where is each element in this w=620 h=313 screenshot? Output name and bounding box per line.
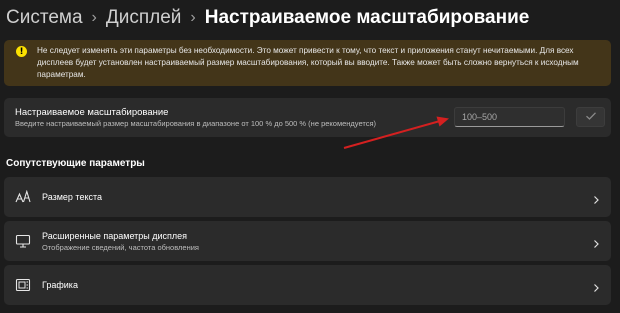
related-item-sublabel: Отображение сведений, частота обновления <box>42 243 199 252</box>
custom-scaling-input[interactable] <box>454 107 565 127</box>
breadcrumb: Система › Дисплей › Настраиваемое масшта… <box>6 5 529 31</box>
page-title: Настраиваемое масштабирование <box>204 7 530 28</box>
monitor-icon <box>15 234 31 248</box>
related-item-advanced-display[interactable]: Расширенные параметры дисплея Отображени… <box>4 221 611 261</box>
custom-scaling-description: Введите настраиваемый размер масштабиров… <box>15 119 377 128</box>
related-item-label: Размер текста <box>42 192 103 202</box>
related-item-label: Графика <box>42 280 78 290</box>
warning-text: Не следует изменять эти параметры без не… <box>37 46 579 79</box>
text-size-icon <box>15 190 31 204</box>
breadcrumb-separator: › <box>91 9 97 26</box>
chevron-right-icon <box>592 236 600 248</box>
related-item-text-size[interactable]: Размер текста <box>4 177 611 217</box>
checkmark-icon <box>585 108 597 126</box>
warning-icon: ! <box>16 46 27 57</box>
related-settings-heading: Сопутствующие параметры <box>6 158 145 169</box>
warning-banner: ! Не следует изменять эти параметры без … <box>4 40 611 86</box>
custom-scaling-title: Настраиваемое масштабирование <box>15 107 169 118</box>
related-item-label: Расширенные параметры дисплея <box>42 231 188 241</box>
breadcrumb-separator: › <box>190 9 196 26</box>
related-item-graphics[interactable]: Графика <box>4 265 611 305</box>
chevron-right-icon <box>592 192 600 204</box>
custom-scaling-card: Настраиваемое масштабирование Введите на… <box>4 98 611 137</box>
breadcrumb-item-display[interactable]: Дисплей <box>106 7 182 29</box>
breadcrumb-item-system[interactable]: Система <box>6 7 83 29</box>
graphics-icon <box>15 278 31 292</box>
confirm-scaling-button[interactable] <box>576 107 605 127</box>
chevron-right-icon <box>592 280 600 292</box>
